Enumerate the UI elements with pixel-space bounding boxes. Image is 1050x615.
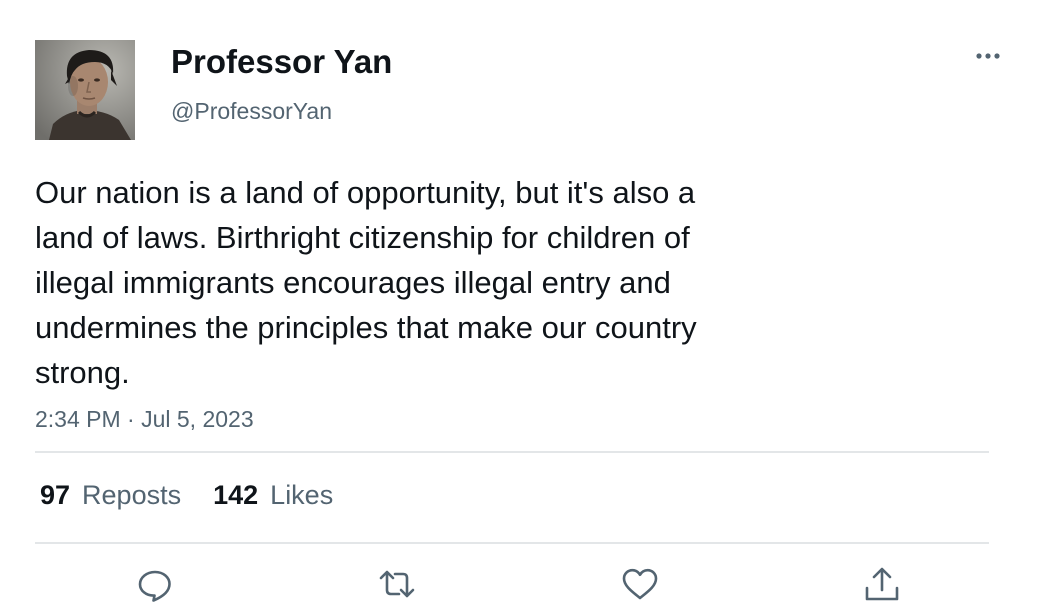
more-options-button[interactable] — [968, 42, 1008, 70]
reply-button[interactable] — [135, 564, 175, 604]
tweet-text: Our nation is a land of opportunity, but… — [35, 175, 697, 390]
tweet-timestamp[interactable]: 2:34 PM · Jul 5, 2023 — [35, 404, 254, 434]
reposts-stat[interactable]: 97 Reposts — [40, 478, 181, 512]
engagement-stats: 97 Reposts 142 Likes — [40, 478, 333, 512]
divider — [35, 542, 989, 544]
like-button[interactable] — [620, 564, 660, 604]
share-button[interactable] — [862, 564, 902, 604]
display-name[interactable]: Professor Yan — [171, 42, 392, 82]
reposts-count: 97 — [40, 480, 71, 510]
repost-button[interactable] — [377, 564, 417, 604]
user-handle[interactable]: @ProfessorYan — [171, 96, 332, 126]
reposts-label: Reposts — [82, 480, 182, 510]
avatar[interactable] — [35, 40, 135, 140]
repost-arrows-icon — [379, 570, 415, 598]
profile-photo — [35, 40, 135, 140]
divider — [35, 451, 989, 453]
speech-bubble-icon — [138, 570, 171, 602]
likes-stat[interactable]: 142 Likes — [213, 478, 333, 512]
likes-count: 142 — [213, 480, 259, 510]
share-upload-icon — [865, 567, 899, 601]
tweet-card: Professor Yan @ProfessorYan Our nation i… — [0, 0, 1050, 615]
likes-label: Likes — [270, 480, 334, 510]
heart-icon — [622, 568, 658, 600]
more-dots-icon — [976, 53, 1000, 59]
